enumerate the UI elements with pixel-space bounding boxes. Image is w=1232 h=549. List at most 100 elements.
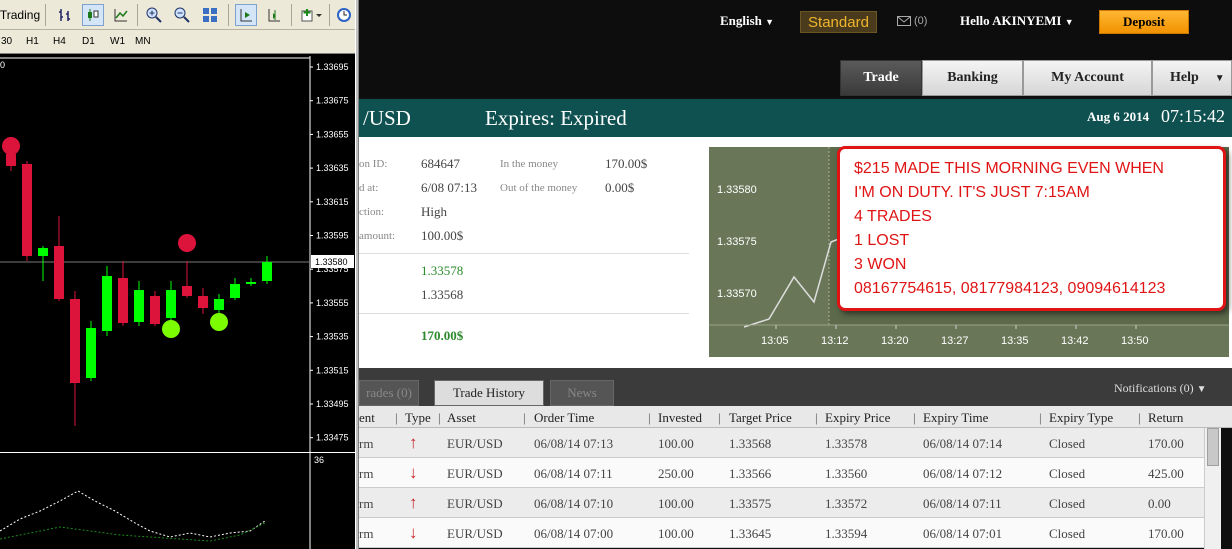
row-expiry-time: 06/08/14 07:14 [923,436,1003,451]
candle-body [198,296,208,308]
direction-label: ction: [359,206,385,218]
timeframe-d1[interactable]: D1 [82,36,95,47]
autotrading-button[interactable]: Trading [0,4,40,26]
candle-body [246,282,256,284]
row-invested: 100.00 [658,496,694,511]
user-menu[interactable]: Hello AKINYEMI ▼ [960,13,1074,29]
price-axis-label: 1.33475 [316,433,349,443]
autoscroll-icon[interactable] [235,4,257,26]
row-instrument: rm [359,466,374,481]
row-target-price: 1.33645 [729,526,772,541]
candlestick-chart-svg: 0 1.33695 1.33675 1.33655 1.33635 1.33615 1.3… [0,56,354,452]
bar-chart-icon[interactable] [54,4,76,26]
timeframe-m30[interactable]: 30 [1,36,12,47]
row-invested: 250.00 [658,466,694,481]
timeframe-w1[interactable]: W1 [110,36,125,47]
account-type-badge: Standard [800,11,877,33]
messages-link[interactable]: (0) [897,15,927,27]
table-row[interactable]: rm ↑ EUR/USD 06/08/14 07:10 100.00 1.335… [359,488,1204,518]
candlestick-icon[interactable] [82,4,104,26]
tab-trade[interactable]: Trade [840,60,922,96]
current-price-label: 1.33580 [315,257,348,267]
scrollbar-thumb[interactable] [1207,428,1219,466]
candle-body [262,262,272,281]
table-row[interactable]: rm ↓ EUR/USD 06/08/14 07:00 100.00 1.336… [359,518,1204,548]
candle-body [6,154,16,166]
line-chart-icon[interactable] [110,4,132,26]
table-scrollbar[interactable] [1204,428,1221,549]
candle-body [22,164,32,256]
tab-open-trades[interactable]: rades (0) [359,380,419,406]
mini-chart-x-label: 13:50 [1121,335,1149,347]
signal-marker [178,234,196,252]
out-money-label: Out of the money [500,182,578,194]
periods-clock-icon[interactable] [333,4,355,26]
indicators-icon[interactable] [298,4,326,26]
candle-body [182,286,192,296]
history-tabs: rades (0) Trade History News Notificatio… [359,368,1232,406]
row-invested: 100.00 [658,436,694,451]
timeframe-h4[interactable]: H4 [53,36,66,47]
mini-chart-y-label: 1.33580 [717,184,757,196]
row-expiry-price: 1.33578 [825,436,868,451]
messages-count: (0) [914,15,928,27]
price-axis-label: 1.33675 [316,96,349,106]
col-expiry-type[interactable]: Expiry Type [1049,410,1113,426]
mini-chart-x-label: 13:27 [941,335,969,347]
col-order-time[interactable]: Order Time [534,410,594,426]
row-return: 425.00 [1148,466,1184,481]
price-axis-label: 1.33595 [316,231,349,241]
row-target-price: 1.33568 [729,436,772,451]
greeting-label: Hello AKINYEMI [960,13,1062,28]
placed-at-value: 6/08 07:13 [421,180,477,195]
table-row[interactable]: rm ↓ EUR/USD 06/08/14 07:11 250.00 1.335… [359,458,1204,488]
price-axis-label: 1.33535 [316,332,349,342]
mini-chart-x-label: 13:12 [821,335,849,347]
timeframe-h1[interactable]: H1 [26,36,39,47]
col-target-price[interactable]: Target Price [729,410,792,426]
row-expiry-time: 06/08/14 07:12 [923,466,1003,481]
tab-my-account[interactable]: My Account [1023,60,1152,96]
amount-value: 100.00$ [421,228,464,243]
row-return: 0.00 [1148,496,1171,511]
oscillator-pane[interactable]: 36 [0,452,357,549]
row-return: 170.00 [1148,436,1184,451]
osc-axis-label: 36 [314,455,324,465]
candle-body [150,296,160,324]
deposit-button[interactable]: Deposit [1099,10,1189,34]
candlestick-chart[interactable]: 0 1.33695 1.33675 1.33655 1.33635 1.33615 1.3… [0,56,357,452]
col-asset[interactable]: Asset [447,410,476,426]
candle-body [166,290,176,318]
tab-news[interactable]: News [550,380,614,406]
col-invested[interactable]: Invested [658,410,702,426]
language-select[interactable]: English ▼ [720,13,774,29]
tile-windows-icon[interactable] [199,4,221,26]
signal-marker [2,137,20,155]
arrow-up-icon: ↑ [409,493,418,512]
option-id-value: 684647 [421,156,460,171]
tab-trade-history[interactable]: Trade History [434,380,544,406]
notifications-menu[interactable]: Notifications (0) ▼ [1114,381,1207,396]
zoom-out-icon[interactable] [171,4,193,26]
chart-shift-icon[interactable] [263,4,285,26]
language-label: English [720,13,762,28]
tab-help[interactable]: Help ▼ [1152,60,1232,96]
zoom-in-icon[interactable] [143,4,165,26]
note-line: 3 WON [854,256,907,273]
note-line: 4 TRADES [854,208,932,225]
annotation-note: $215 MADE THIS MORNING EVEN WHEN I'M ON … [837,146,1226,311]
row-asset: EUR/USD [447,526,503,541]
asset-name: /USD [363,106,411,130]
col-return[interactable]: Return [1148,410,1183,426]
col-expiry-time[interactable]: Expiry Time [923,410,988,426]
row-target-price: 1.33575 [729,496,772,511]
top-bar: English ▼ Standard (0) Hello AKINYEMI ▼ … [359,0,1232,45]
note-line: I'M ON DUTY. IT'S JUST 7:15AM [854,184,1090,201]
table-row[interactable]: rm ↑ EUR/USD 06/08/14 07:13 100.00 1.335… [359,428,1204,458]
direction-value: High [421,204,447,219]
tab-banking[interactable]: Banking [922,60,1023,96]
col-instrument[interactable]: ent [359,410,375,426]
col-type[interactable]: Type [405,410,431,426]
timeframe-mn[interactable]: MN [135,36,151,47]
col-expiry-price[interactable]: Expiry Price [825,410,890,426]
